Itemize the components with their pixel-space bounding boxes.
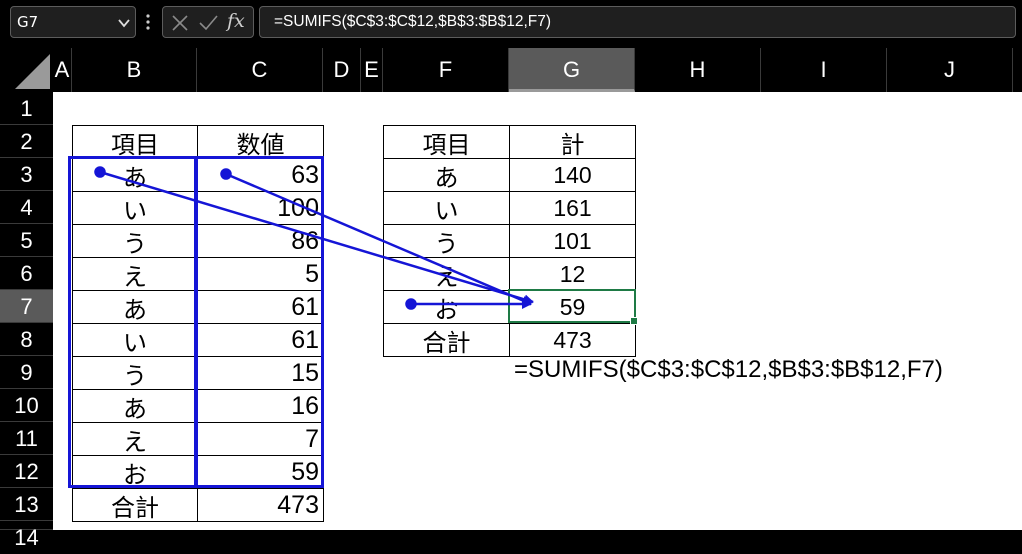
- criteria-range-arrow: [99, 170, 534, 305]
- formula-bar-area: G7 fx =SUMIFS($C$3:$C$12,$B$3:$B$12,F7): [0, 0, 1022, 48]
- column-header-c[interactable]: C: [197, 48, 323, 92]
- arrow-overlay: [94, 166, 534, 310]
- column-header-i[interactable]: I: [761, 48, 887, 92]
- column-header-f[interactable]: F: [383, 48, 509, 92]
- row-header-7[interactable]: 7: [0, 290, 53, 323]
- column-header-j[interactable]: J: [887, 48, 1013, 92]
- column-header-b[interactable]: B: [72, 48, 197, 92]
- formula-buttons: fx: [162, 6, 254, 38]
- column-header-h[interactable]: H: [635, 48, 761, 92]
- row-header-3[interactable]: 3: [0, 158, 53, 191]
- row-header-8[interactable]: 8: [0, 323, 53, 356]
- select-all-triangle-icon: [15, 54, 50, 89]
- formula-input[interactable]: =SUMIFS($C$3:$C$12,$B$3:$B$12,F7): [259, 6, 1016, 38]
- column-header-a[interactable]: A: [53, 48, 72, 92]
- name-box-value: G7: [17, 13, 39, 31]
- row-header-14[interactable]: 14: [0, 521, 53, 550]
- criteria-range-arrow-dot: [94, 166, 106, 178]
- more-vertical-icon[interactable]: [145, 12, 151, 32]
- name-box[interactable]: G7: [10, 6, 136, 38]
- function-fx-icon[interactable]: fx: [227, 10, 245, 32]
- column-header-e[interactable]: E: [361, 48, 383, 92]
- confirm-check-icon[interactable]: [197, 12, 219, 34]
- row-header-13[interactable]: 13: [0, 488, 53, 521]
- column-header-d[interactable]: D: [323, 48, 361, 92]
- row-header-9[interactable]: 9: [0, 356, 53, 389]
- sum-range-arrow: [225, 172, 532, 306]
- row-header-2[interactable]: 2: [0, 125, 53, 158]
- row-header-4[interactable]: 4: [0, 191, 53, 224]
- row-header-1[interactable]: 1: [0, 92, 53, 125]
- cancel-x-icon[interactable]: [169, 12, 191, 34]
- criteria-cell-arrow-dot: [405, 298, 417, 310]
- row-header-11[interactable]: 11: [0, 422, 53, 455]
- row-header-10[interactable]: 10: [0, 389, 53, 422]
- chevron-down-icon[interactable]: [117, 16, 131, 30]
- select-all-button[interactable]: [0, 48, 53, 92]
- column-header-g[interactable]: G: [509, 48, 635, 92]
- row-header-5[interactable]: 5: [0, 224, 53, 257]
- worksheet-grid[interactable]: 項目 数値あ 63 い 100 う 86 え 5 あ 61 い 61 う 15 あ 16 え 7 お 59 合計 473 項目…: [53, 92, 1022, 530]
- row-header-12[interactable]: 12: [0, 455, 53, 488]
- row-header-6[interactable]: 6: [0, 257, 53, 290]
- sum-range-arrow-dot: [220, 168, 232, 180]
